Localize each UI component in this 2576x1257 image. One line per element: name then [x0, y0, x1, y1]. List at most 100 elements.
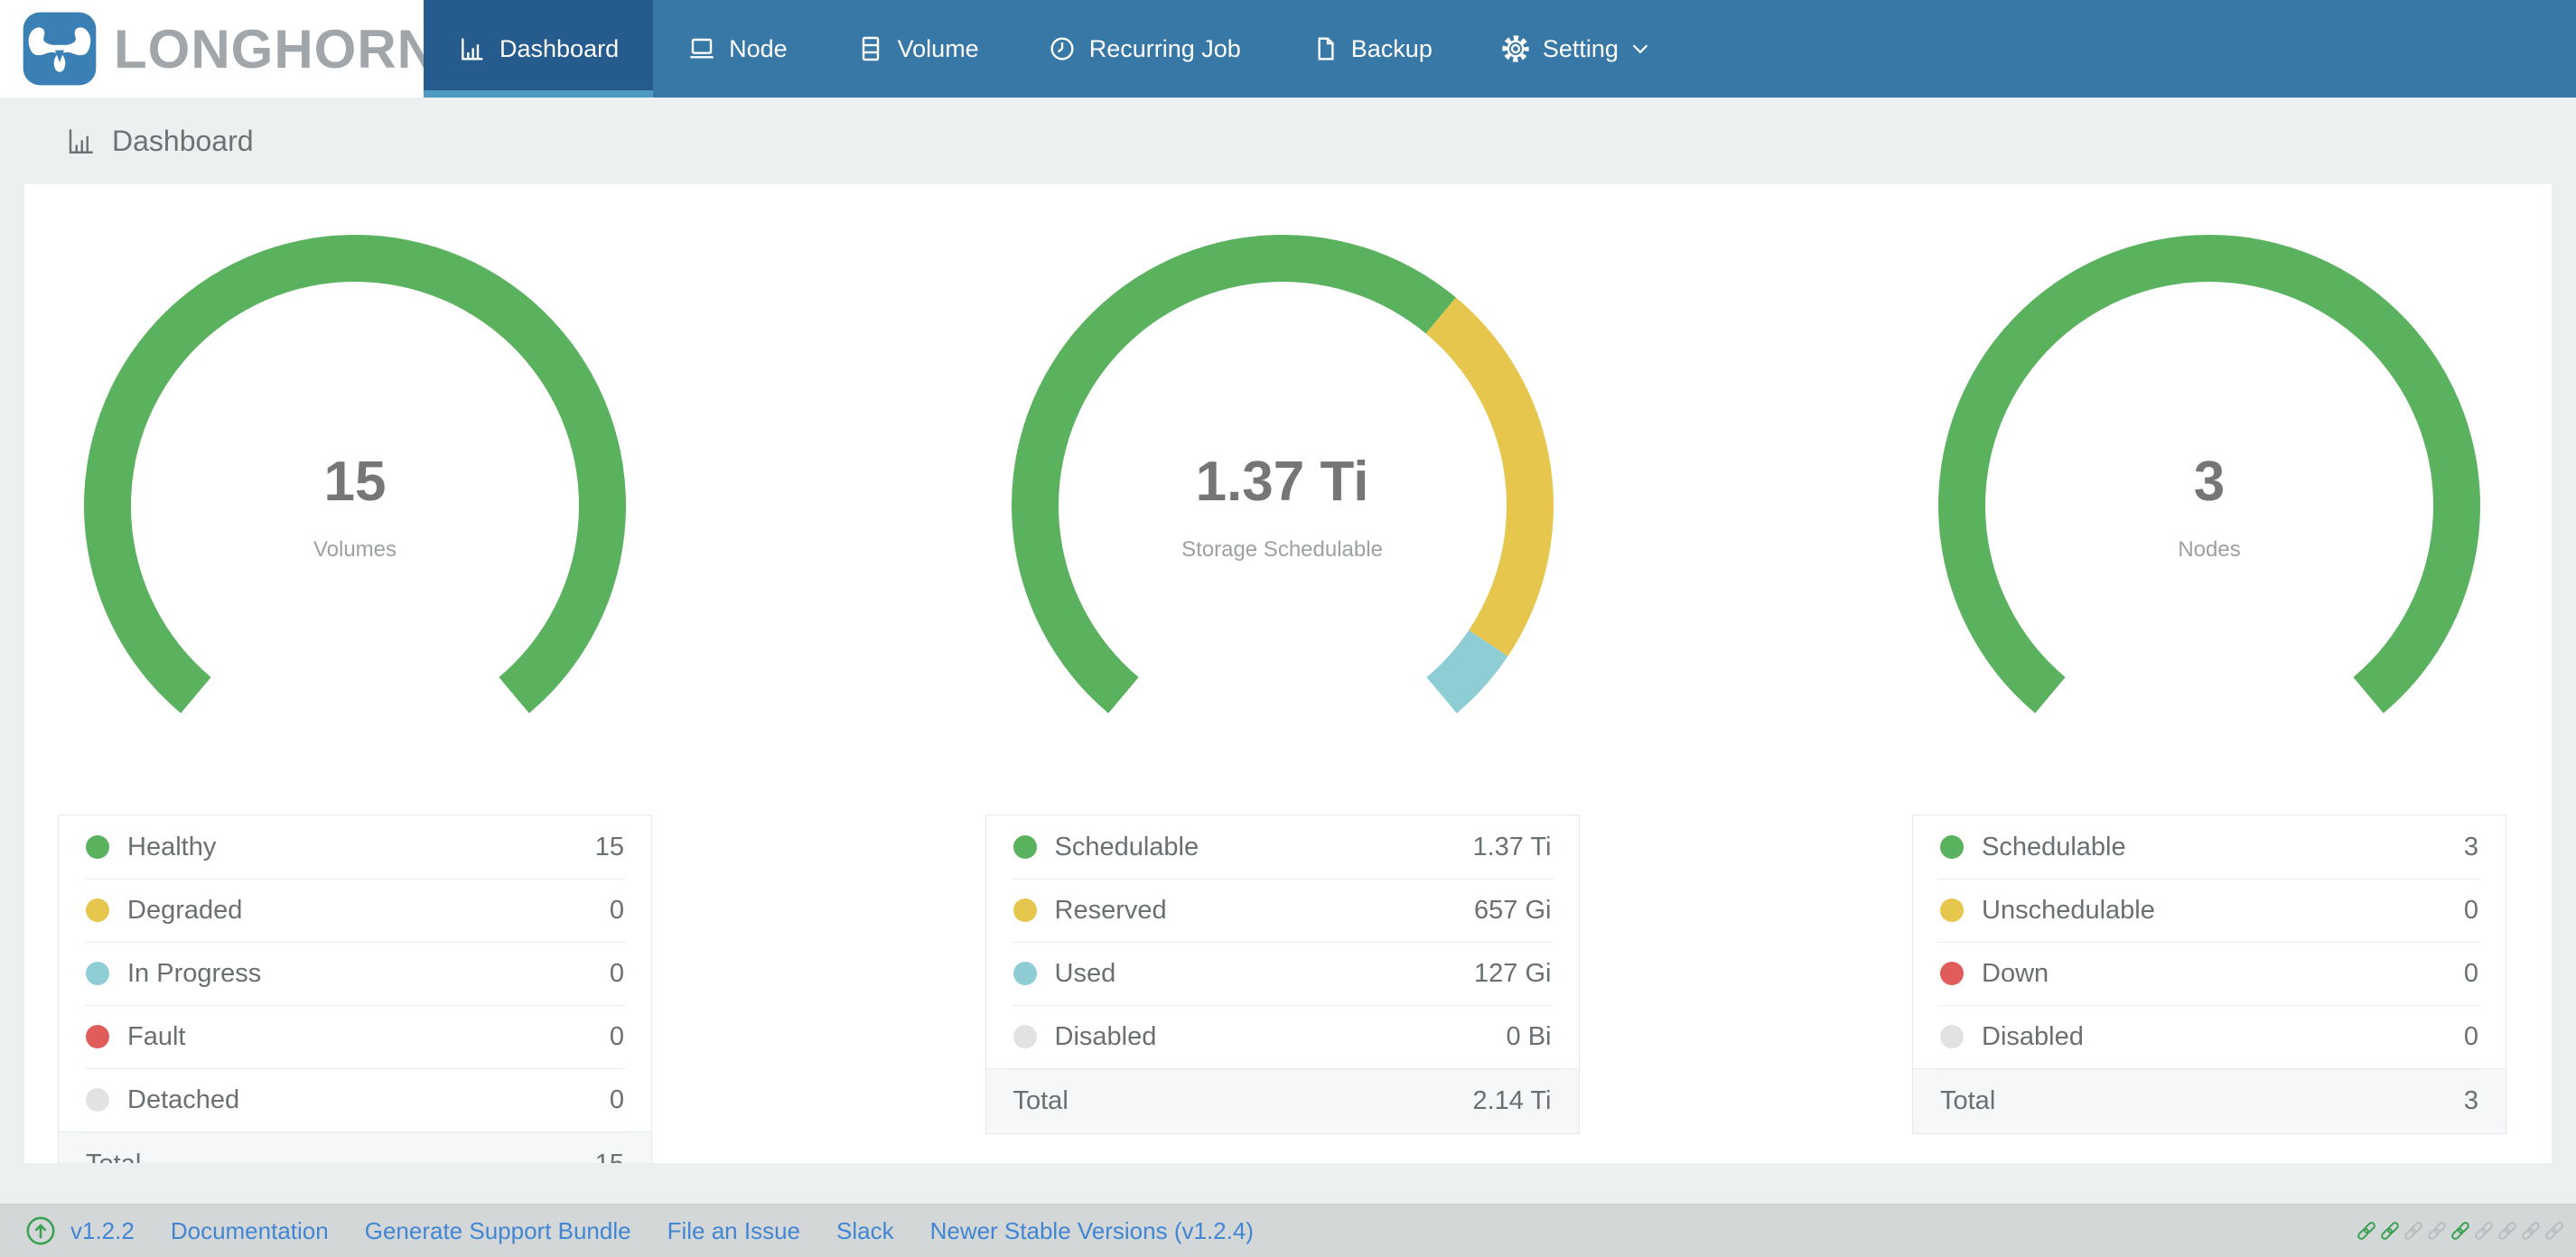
gauge-segment-schedulable [1011, 234, 1456, 713]
total-label: Total [86, 1150, 141, 1163]
healthy-dot [86, 835, 109, 859]
legend-row: Degraded 0 [59, 879, 651, 942]
legend-label: Schedulable [1982, 832, 2126, 861]
gauge-ring [84, 235, 626, 713]
total-label: Total [1940, 1086, 1996, 1115]
legend-row: Unschedulable 0 [1913, 879, 2506, 942]
top-navbar: LONGHORN Dashboard Node Volume Recurring… [0, 0, 2576, 98]
schedulable-dot [1940, 835, 1964, 859]
legend-value: 0 [609, 958, 624, 988]
chevron-down-icon [1632, 44, 1648, 54]
tab-node[interactable]: Node [653, 0, 822, 98]
legend-label: Detached [127, 1085, 240, 1114]
link-icon[interactable] [2473, 1220, 2495, 1242]
tab-volume[interactable]: Volume [822, 0, 1013, 98]
legend-value: 0 Bi [1506, 1021, 1552, 1051]
version-link[interactable]: v1.2.2 [70, 1217, 135, 1245]
link-icon[interactable] [2497, 1220, 2518, 1242]
used-dot [1013, 962, 1037, 985]
brand-name: LONGHORN [114, 18, 437, 79]
page-title: Dashboard [112, 124, 254, 157]
legend-label: Down [1982, 958, 2049, 988]
footer-links: v1.2.2 Documentation Generate Support Bu… [70, 1217, 1254, 1245]
volumes-gauge: 15 Volumes [66, 217, 644, 795]
link-icon[interactable] [2379, 1220, 2401, 1242]
legend-value: 0 [609, 1021, 624, 1051]
storage-card: 1.37 Ti Storage Schedulable Schedulable … [985, 184, 1580, 1163]
legend-value: 0 [2463, 1021, 2478, 1051]
total-value: 15 [595, 1150, 624, 1163]
total-value: 2.14 Ti [1472, 1086, 1552, 1115]
legend-row: Healthy 15 [59, 815, 651, 879]
newer-versions-link[interactable]: Newer Stable Versions (v1.2.4) [930, 1217, 1254, 1245]
legend-label: Healthy [127, 832, 217, 861]
gear-icon [1502, 35, 1529, 62]
gauge-ring [1011, 234, 1554, 713]
total-value: 3 [2463, 1086, 2478, 1115]
gauge-ring [1938, 235, 2480, 713]
documentation-link[interactable]: Documentation [171, 1217, 329, 1245]
legend-value: 0 [2463, 895, 2478, 925]
legend-total-row: Total 15 [59, 1131, 651, 1163]
gauge-segment-healthy [84, 235, 626, 713]
clock-icon [1050, 37, 1074, 61]
storage-legend-table: Schedulable 1.37 Ti Reserved 657 Gi Used… [985, 815, 1580, 1134]
legend-value: 0 [609, 1085, 624, 1114]
legend-label: Fault [127, 1021, 186, 1051]
unschedulable-dot [1940, 899, 1964, 922]
disabled-dot [1013, 1025, 1037, 1048]
tab-label: Node [729, 34, 788, 62]
volumes-card: 15 Volumes Healthy 15 Degraded 0 In Prog… [58, 184, 652, 1163]
detached-dot [86, 1088, 109, 1112]
tab-label: Volume [897, 34, 979, 62]
legend-total-row: Total 2.14 Ti [985, 1068, 1579, 1133]
tab-backup[interactable]: Backup [1275, 0, 1467, 98]
reserved-dot [1013, 899, 1037, 922]
link-icon[interactable] [2426, 1220, 2448, 1242]
legend-row: Disabled 0 [1913, 1005, 2506, 1068]
legend-label: Schedulable [1054, 832, 1199, 861]
storage-gauge: 1.37 Ti Storage Schedulable [994, 217, 1572, 795]
tab-setting[interactable]: Setting [1467, 0, 1684, 98]
legend-row: Disabled 0 Bi [986, 1005, 1579, 1068]
legend-label: Reserved [1054, 895, 1167, 925]
legend-value: 15 [594, 832, 624, 861]
legend-row: Down 0 [1913, 942, 2506, 1005]
file-issue-link[interactable]: File an Issue [667, 1217, 800, 1245]
link-icon[interactable] [2520, 1220, 2542, 1242]
legend-label: Unschedulable [1982, 895, 2155, 925]
nodes-legend-table: Schedulable 3 Unschedulable 0 Down 0 Dis… [1912, 815, 2506, 1134]
fault-dot [86, 1025, 109, 1048]
disabled-dot [1940, 1025, 1964, 1048]
slack-link[interactable]: Slack [836, 1217, 894, 1245]
gauge-segment-reserved [1425, 297, 1554, 656]
link-icon[interactable] [2543, 1220, 2565, 1242]
down-dot [1940, 962, 1964, 985]
legend-row: Reserved 657 Gi [986, 879, 1579, 942]
legend-label: Disabled [1982, 1021, 2084, 1051]
tab-label: Setting [1542, 34, 1619, 62]
tab-dashboard[interactable]: Dashboard [424, 0, 654, 98]
in-progress-dot [86, 962, 109, 985]
support-bundle-link[interactable]: Generate Support Bundle [365, 1217, 631, 1245]
legend-row: Used 127 Gi [986, 942, 1579, 1005]
degraded-dot [86, 899, 109, 922]
document-icon [1318, 37, 1334, 61]
nodes-card: 3 Nodes Schedulable 3 Unschedulable 0 Do… [1912, 184, 2506, 1163]
link-icon[interactable] [2450, 1220, 2471, 1242]
link-icon[interactable] [2403, 1220, 2424, 1242]
legend-row: Schedulable 3 [1913, 815, 2506, 879]
link-icon[interactable] [2356, 1220, 2377, 1242]
schedulable-dot [1013, 835, 1037, 859]
nav-tabs: Dashboard Node Volume Recurring Job Back… [424, 0, 1684, 98]
legend-total-row: Total 3 [1913, 1068, 2506, 1133]
page-title-bar: Dashboard [0, 98, 2576, 184]
footer: v1.2.2 Documentation Generate Support Bu… [0, 1204, 2576, 1257]
legend-label: Disabled [1054, 1021, 1157, 1051]
bar-chart-icon [462, 38, 483, 61]
dashboard-panel: 15 Volumes Healthy 15 Degraded 0 In Prog… [24, 184, 2552, 1163]
footer-status-links [2356, 1220, 2565, 1242]
upgrade-available-icon [25, 1215, 56, 1246]
tab-recurring-job[interactable]: Recurring Job [1013, 0, 1275, 98]
storage-stack-icon [862, 36, 879, 61]
